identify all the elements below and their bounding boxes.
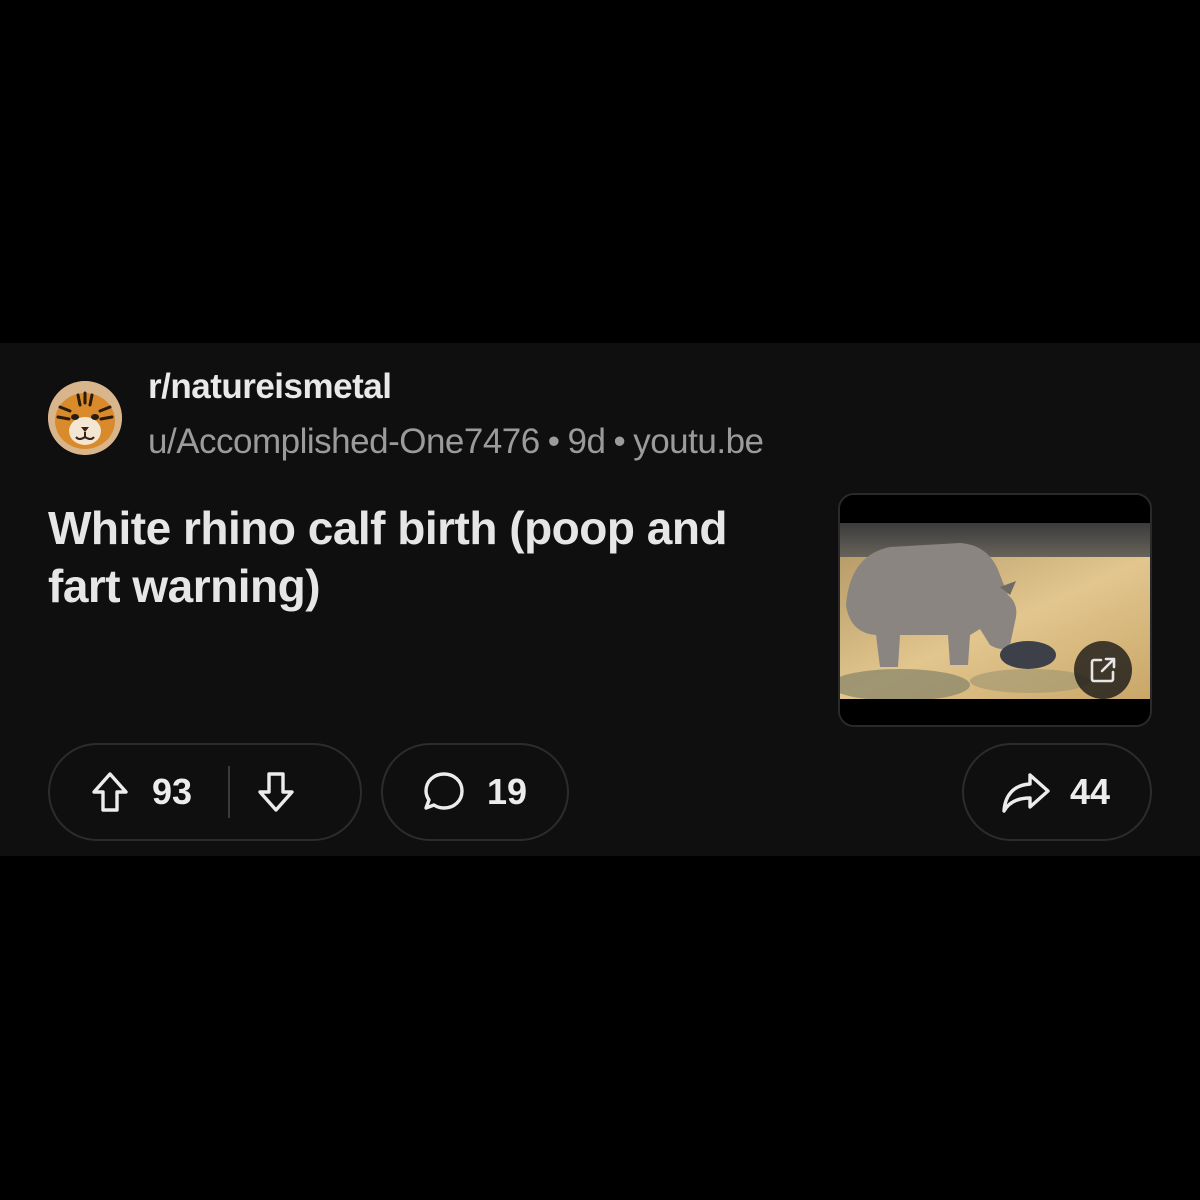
share-arrow-icon: [1000, 770, 1052, 814]
share-count: 44: [1070, 771, 1111, 812]
post-card[interactable]: r/natureismetal u/Accomplished-One7476 • 9…: [0, 343, 1200, 856]
subreddit-name[interactable]: r/natureismetal: [148, 367, 392, 407]
upvote-button[interactable]: [88, 770, 132, 814]
subreddit-avatar[interactable]: [48, 381, 122, 455]
page: r/natureismetal u/Accomplished-One7476 • 9…: [0, 0, 1200, 1200]
comment-count: 19: [487, 771, 528, 812]
post-meta: u/Accomplished-One7476 • 9d • youtu.be: [148, 422, 764, 462]
meta-separator: •: [547, 422, 560, 461]
arrow-up-icon: [92, 772, 128, 812]
vote-control: 93: [48, 743, 362, 841]
upvote-count: 93: [152, 771, 193, 812]
external-link-icon: [1088, 655, 1118, 685]
comment-bubble-icon: [421, 769, 467, 815]
link-domain[interactable]: youtu.be: [633, 422, 764, 461]
meta-separator: •: [613, 422, 626, 461]
tiger-avatar-icon: [48, 381, 122, 455]
downvote-button[interactable]: [254, 770, 298, 814]
vote-divider: [228, 766, 231, 818]
author-name[interactable]: u/Accomplished-One7476: [148, 422, 540, 461]
external-link-button[interactable]: [1074, 641, 1132, 699]
post-age: 9d: [567, 422, 606, 461]
share-button[interactable]: 44: [962, 743, 1152, 841]
arrow-down-icon: [258, 772, 294, 812]
video-thumbnail[interactable]: [838, 493, 1152, 727]
comments-button[interactable]: 19: [381, 743, 569, 841]
post-title[interactable]: White rhino calf birth (poop and fart wa…: [48, 499, 808, 615]
